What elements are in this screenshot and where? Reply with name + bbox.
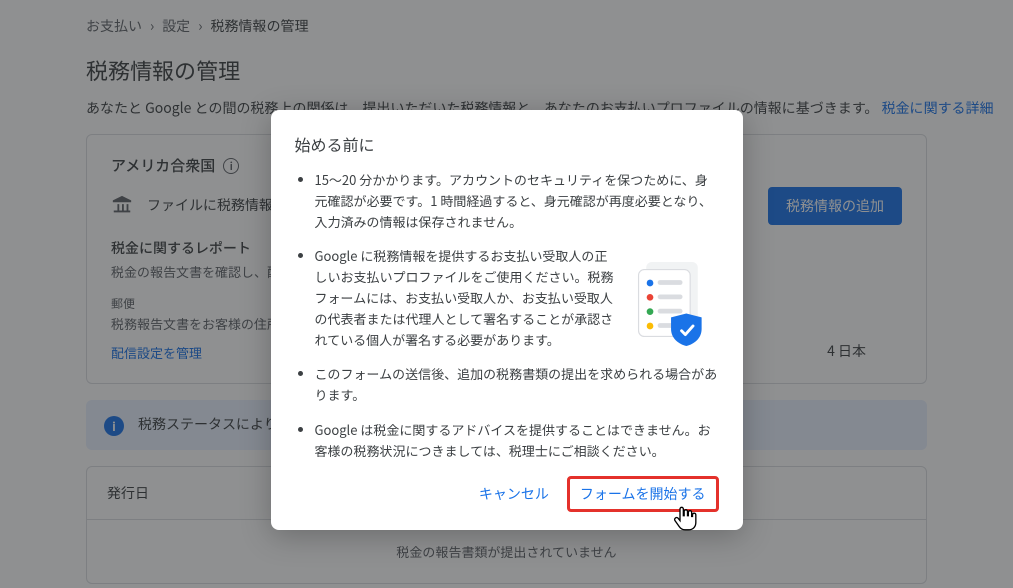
dialog-item-3: このフォームの送信後、追加の税務書類の提出を求められる場合があります。 bbox=[315, 364, 719, 406]
cursor-hand-icon bbox=[671, 504, 699, 534]
dialog-item-4: Google は税金に関するアドバイスを提供することはできません。お客様の税務状… bbox=[315, 420, 719, 462]
dialog-item-1: 15～20 分かかります。アカウントのセキュリティを保つために、身元確認が必要で… bbox=[315, 170, 719, 232]
cancel-button[interactable]: キャンセル bbox=[467, 476, 561, 512]
dialog-title: 始める前に bbox=[295, 132, 719, 156]
document-shield-icon bbox=[629, 256, 715, 352]
start-form-button[interactable]: フォームを開始する bbox=[580, 484, 706, 504]
before-start-dialog: 始める前に 15～20 分かかります。アカウントのセキュリティを保つために、身元… bbox=[271, 110, 743, 530]
modal-scrim[interactable]: 始める前に 15～20 分かかります。アカウントのセキュリティを保つために、身元… bbox=[0, 0, 1013, 588]
dialog-actions: キャンセル フォームを開始する bbox=[295, 476, 719, 512]
